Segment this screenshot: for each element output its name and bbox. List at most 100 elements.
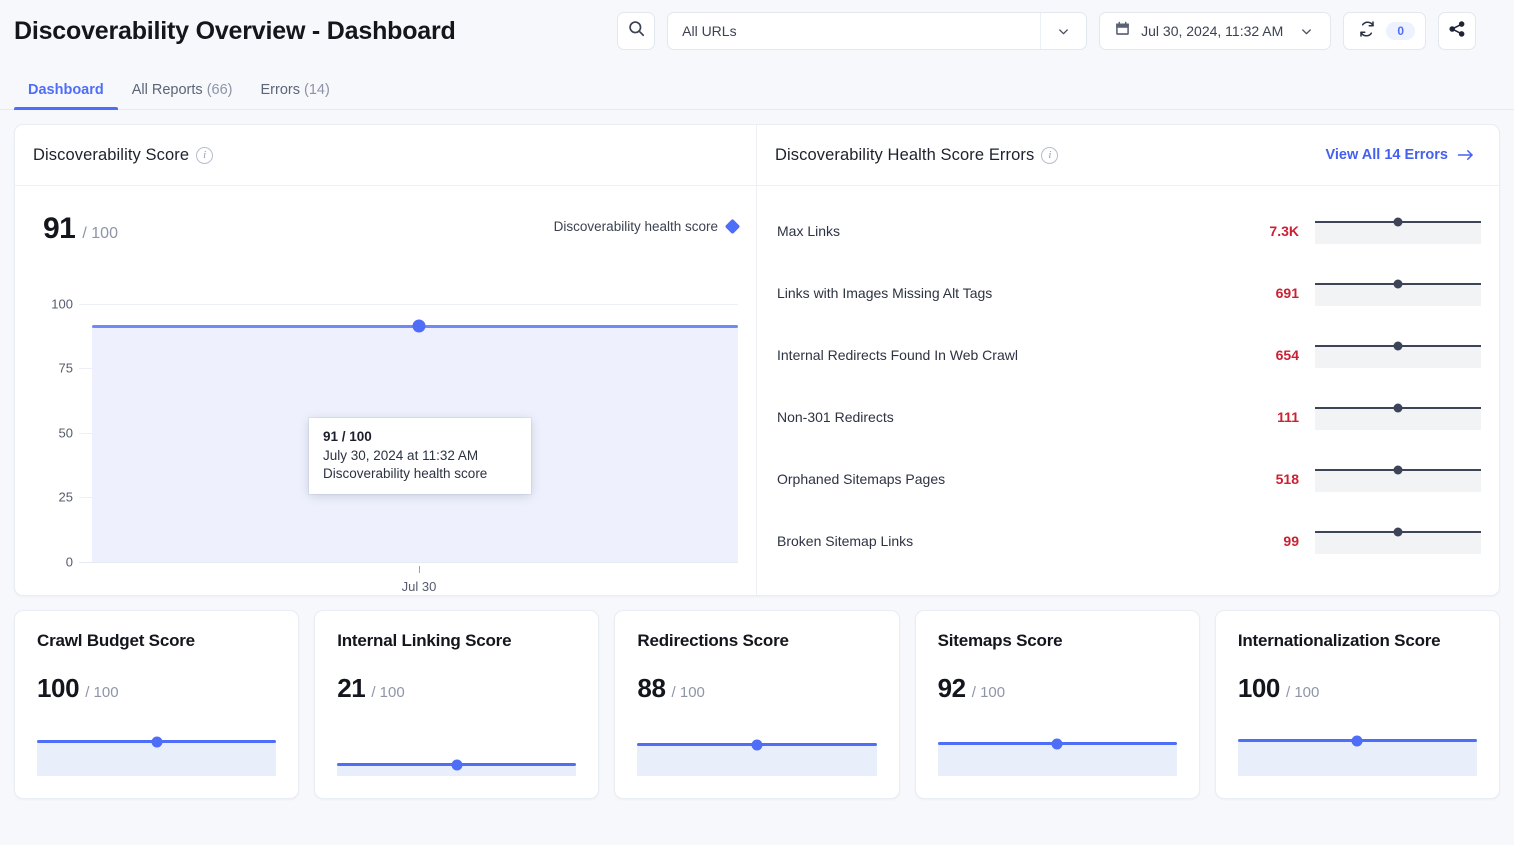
card-redirections-score[interactable]: Redirections Score 88 / 100: [614, 610, 899, 799]
ytick-0: 0: [15, 555, 73, 570]
ytick-50: 50: [15, 426, 73, 441]
ytick-75: 75: [15, 361, 73, 376]
card-score: 100 / 100: [1238, 673, 1477, 704]
card-sitemaps-score[interactable]: Sitemaps Score 92 / 100: [915, 610, 1200, 799]
calendar-icon: [1114, 20, 1131, 42]
score-card-actions: [712, 145, 732, 165]
tooltip-score: 91 / 100: [323, 429, 517, 444]
card-sparkline: [1238, 718, 1477, 776]
error-sparkline: [1315, 342, 1481, 368]
card-internationalization-score[interactable]: Internationalization Score 100 / 100: [1215, 610, 1500, 799]
chevron-down-icon[interactable]: [1040, 13, 1086, 49]
tab-all-reports[interactable]: All Reports (66): [118, 82, 247, 109]
score-denominator: / 100: [82, 225, 118, 243]
sparkline-marker: [1052, 738, 1063, 749]
tab-all-reports-label: All Reports: [132, 82, 203, 98]
card-score-value: 100: [1238, 673, 1280, 704]
errors-card-title: Discoverability Health Score Errors: [775, 146, 1034, 165]
card-sparkline: [637, 718, 876, 776]
chevron-down-icon[interactable]: [1293, 24, 1320, 39]
search-icon: [627, 19, 646, 43]
card-crawl-budget-score[interactable]: Crawl Budget Score 100 / 100: [14, 610, 299, 799]
tab-bar: Dashboard All Reports (66) Errors (14): [0, 62, 1514, 110]
card-score: 88 / 100: [637, 673, 876, 704]
errors-card-header: Discoverability Health Score Errors i Vi…: [757, 125, 1499, 186]
chart-tooltip: 91 / 100 July 30, 2024 at 11:32 AM Disco…: [309, 418, 531, 494]
xtick-label-jul30: Jul 30: [402, 579, 437, 594]
sparkline-marker: [1394, 466, 1403, 475]
score-card-title: Discoverability Score: [33, 146, 189, 165]
card-score-value: 100: [37, 673, 79, 704]
tab-dashboard-label: Dashboard: [28, 82, 104, 98]
top-bar: Discoverability Overview - Dashboard All…: [0, 0, 1514, 62]
table-row[interactable]: Orphaned Sitemaps Pages 518: [777, 448, 1481, 510]
url-filter-value: All URLs: [668, 13, 1040, 49]
table-row[interactable]: Broken Sitemap Links 99: [777, 510, 1481, 572]
tab-all-reports-count: (66): [207, 82, 233, 98]
error-label: Links with Images Missing Alt Tags: [777, 285, 1223, 301]
url-filter-select[interactable]: All URLs: [667, 12, 1087, 50]
tab-errors[interactable]: Errors (14): [247, 82, 344, 109]
chart-data-point[interactable]: [413, 320, 426, 333]
overview-panel: Discoverability Score i 91 / 100 Disco: [14, 124, 1500, 596]
legend-marker-icon: [725, 219, 741, 235]
error-value: 99: [1223, 533, 1315, 549]
tab-errors-label: Errors: [261, 82, 300, 98]
sparkline-marker: [1352, 735, 1363, 746]
score-card-header: Discoverability Score i: [15, 125, 756, 186]
sparkline-fill: [37, 742, 276, 776]
main-content: Discoverability Score i 91 / 100 Disco: [0, 110, 1514, 596]
table-row[interactable]: Non-301 Redirects 111: [777, 386, 1481, 448]
refresh-button[interactable]: 0: [1343, 12, 1426, 50]
error-sparkline: [1315, 466, 1481, 492]
card-score-denominator: / 100: [972, 684, 1005, 701]
error-label: Max Links: [777, 223, 1223, 239]
search-button[interactable]: [617, 12, 655, 50]
errors-list: Max Links 7.3K Links with Images Missing…: [757, 186, 1499, 595]
error-label: Internal Redirects Found In Web Crawl: [777, 347, 1223, 363]
share-icon: [1448, 20, 1466, 43]
gridline-100: [79, 304, 738, 305]
download-button[interactable]: [712, 145, 732, 165]
card-score-denominator: / 100: [85, 684, 118, 701]
info-icon[interactable]: i: [1041, 147, 1058, 164]
arrow-right-icon: [1457, 148, 1475, 162]
card-score-value: 88: [637, 673, 665, 704]
score-chart: 91 / 100 Discoverability health score 91…: [15, 186, 756, 595]
sparkline-fill: [1238, 741, 1477, 776]
errors-card-actions: View All 14 Errors: [1325, 147, 1475, 163]
table-row[interactable]: Max Links 7.3K: [777, 200, 1481, 262]
error-sparkline: [1315, 280, 1481, 306]
legend-label: Discoverability health score: [554, 219, 718, 234]
error-label: Broken Sitemap Links: [777, 533, 1223, 549]
table-row[interactable]: Links with Images Missing Alt Tags 691: [777, 262, 1481, 324]
card-sparkline: [337, 718, 576, 776]
info-icon[interactable]: i: [196, 147, 213, 164]
tab-dashboard[interactable]: Dashboard: [14, 82, 118, 109]
card-sparkline: [37, 718, 276, 776]
error-sparkline: [1315, 404, 1481, 430]
gridline-0: [79, 562, 738, 563]
ytick-25: 25: [15, 490, 73, 505]
sparkline-marker: [752, 739, 763, 750]
view-all-errors-link[interactable]: View All 14 Errors: [1325, 147, 1475, 163]
chart-legend[interactable]: Discoverability health score: [554, 219, 738, 234]
error-sparkline: [1315, 218, 1481, 244]
tooltip-date: July 30, 2024 at 11:32 AM: [323, 448, 517, 463]
error-value: 7.3K: [1223, 223, 1315, 239]
tab-errors-count: (14): [304, 82, 330, 98]
share-button[interactable]: [1438, 12, 1476, 50]
card-title: Crawl Budget Score: [37, 631, 276, 651]
table-row[interactable]: Internal Redirects Found In Web Crawl 65…: [777, 324, 1481, 386]
sparkline-marker: [1394, 342, 1403, 351]
card-title: Sitemaps Score: [938, 631, 1177, 651]
card-internal-linking-score[interactable]: Internal Linking Score 21 / 100: [314, 610, 599, 799]
error-label: Non-301 Redirects: [777, 409, 1223, 425]
sparkline-marker: [451, 759, 462, 770]
top-bar-controls: All URLs Jul 30, 2024, 11:32 AM: [617, 12, 1476, 50]
error-label: Orphaned Sitemaps Pages: [777, 471, 1223, 487]
date-filter-select[interactable]: Jul 30, 2024, 11:32 AM: [1099, 12, 1331, 50]
date-filter-value: Jul 30, 2024, 11:32 AM: [1141, 23, 1283, 39]
tooltip-series: Discoverability health score: [323, 466, 517, 481]
health-score-errors-card: Discoverability Health Score Errors i Vi…: [757, 125, 1499, 595]
